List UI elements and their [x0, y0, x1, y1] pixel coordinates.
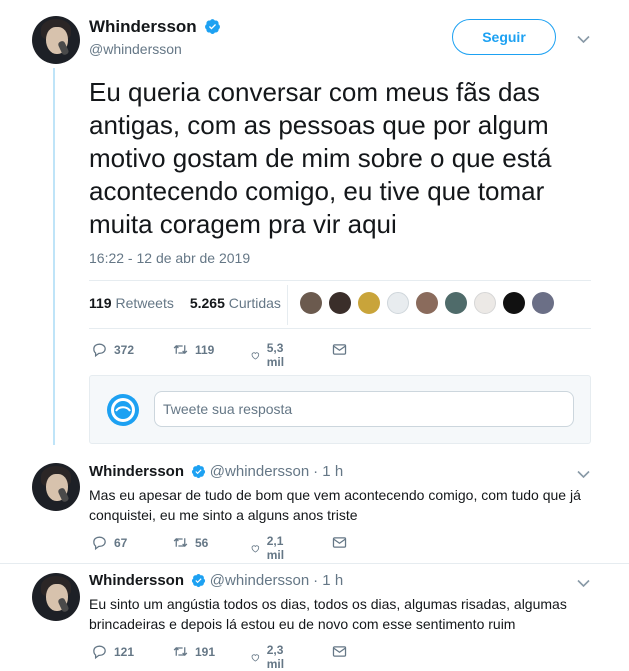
divider — [89, 328, 591, 329]
retweets-count: 119 — [89, 295, 112, 311]
like-count: 5,3 mil — [266, 341, 285, 369]
avatar[interactable] — [32, 16, 80, 64]
likes-stat[interactable]: 5.265 Curtidas — [190, 295, 281, 311]
tweet-stats: 119 Retweets 5.265 Curtidas — [89, 295, 281, 311]
retweet-icon — [173, 345, 188, 354]
author-name[interactable]: Whindersson — [89, 572, 184, 589]
reply-icon — [93, 645, 106, 660]
verified-badge-icon — [205, 19, 221, 34]
like-button[interactable]: 5,3 mil — [250, 341, 290, 369]
like-icon — [251, 653, 260, 662]
like-icon — [251, 351, 260, 360]
direct-message-button[interactable] — [331, 534, 348, 551]
avatar[interactable] — [32, 463, 80, 511]
retweet-button[interactable]: 56 — [172, 534, 208, 551]
reply-count: 67 — [114, 535, 128, 550]
reply-count: 372 — [114, 342, 135, 357]
retweet-count: 56 — [195, 535, 209, 550]
retweets-stat[interactable]: 119 Retweets — [89, 295, 174, 311]
like-button[interactable]: 2,1 mil — [250, 534, 290, 562]
message-icon — [332, 344, 347, 355]
tweet-text: Eu queria conversar com meus fãs das ant… — [89, 77, 552, 239]
tweet-timestamp[interactable]: 16:22 - 12 de abr de 2019 — [89, 250, 250, 266]
retweet-count: 191 — [195, 644, 216, 659]
author-header: Whindersson — [89, 17, 221, 37]
likes-count: 5.265 — [189, 295, 225, 311]
tweet-text: Mas eu apesar de tudo de bom que vem aco… — [89, 487, 581, 523]
thread-tweet-header: Whindersson @whindersson · 1 h — [89, 572, 343, 589]
verified-badge-icon — [191, 573, 205, 588]
reply-box: Tweete sua resposta — [89, 375, 591, 444]
author-handle[interactable]: @whindersson — [210, 463, 309, 480]
chevron-down-icon[interactable] — [577, 466, 590, 482]
like-count: 2,3 mil — [266, 643, 285, 671]
author-handle[interactable]: @whindersson — [210, 572, 309, 589]
liker-avatar[interactable] — [503, 292, 525, 314]
like-icon — [251, 544, 260, 553]
direct-message-button[interactable] — [331, 643, 348, 660]
reply-button[interactable]: 67 — [91, 534, 127, 551]
chevron-down-icon[interactable] — [577, 31, 590, 47]
liker-avatar[interactable] — [474, 292, 496, 314]
liker-avatar[interactable] — [358, 292, 380, 314]
divider — [89, 280, 591, 281]
retweet-button[interactable]: 119 — [172, 341, 214, 358]
reply-button[interactable]: 372 — [91, 341, 134, 358]
like-count: 2,1 mil — [266, 534, 285, 562]
retweets-label: Retweets — [115, 295, 174, 311]
like-button[interactable]: 2,3 mil — [250, 643, 290, 671]
retweet-count: 119 — [195, 342, 215, 357]
retweet-icon — [173, 647, 188, 656]
tweet-time[interactable]: · 1 h — [313, 463, 343, 480]
author-name[interactable]: Whindersson — [89, 17, 197, 36]
avatar[interactable] — [32, 573, 80, 621]
liker-avatar[interactable] — [416, 292, 438, 314]
message-icon — [332, 537, 347, 548]
reply-button[interactable]: 121 — [91, 643, 134, 660]
author-name[interactable]: Whindersson — [89, 463, 184, 480]
author-handle[interactable]: @whindersson — [89, 41, 182, 57]
liker-avatar[interactable] — [300, 292, 322, 314]
reply-count: 121 — [114, 644, 135, 659]
stats-separator — [287, 285, 288, 325]
liker-avatar[interactable] — [387, 292, 409, 314]
direct-message-button[interactable] — [331, 341, 348, 358]
reply-icon — [93, 536, 106, 551]
liker-avatar[interactable] — [532, 292, 554, 314]
user-avatar — [107, 394, 139, 426]
liker-avatar[interactable] — [329, 292, 351, 314]
tweet-text: Eu sinto um angústia todos os dias, todo… — [89, 596, 567, 632]
reply-input[interactable]: Tweete sua resposta — [154, 391, 574, 427]
verified-badge-icon — [191, 464, 205, 479]
divider — [0, 563, 629, 564]
chevron-down-icon[interactable] — [577, 575, 590, 591]
retweet-button[interactable]: 191 — [172, 643, 215, 660]
thread-line — [53, 68, 55, 445]
retweet-icon — [173, 538, 188, 547]
follow-button[interactable]: Seguir — [452, 19, 556, 55]
reply-icon — [93, 343, 106, 358]
liker-avatar[interactable] — [445, 292, 467, 314]
message-icon — [332, 646, 347, 657]
tweet-time[interactable]: · 1 h — [313, 572, 343, 589]
thread-tweet-header: Whindersson @whindersson · 1 h — [89, 463, 343, 480]
likes-label: Curtidas — [228, 295, 281, 311]
